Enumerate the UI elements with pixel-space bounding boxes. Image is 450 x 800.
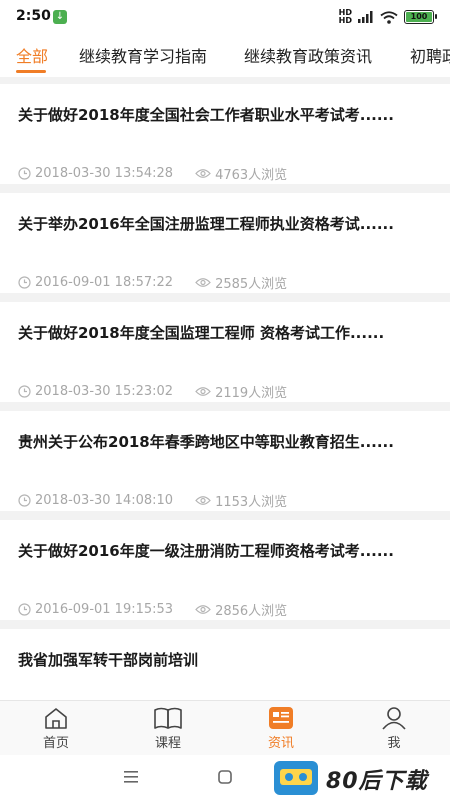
- list-item[interactable]: 关于做好2016年度一级注册消防工程师资格考试考...... 2016-09-0…: [0, 520, 450, 620]
- profile-icon: [382, 707, 406, 730]
- tab-policy-news[interactable]: 继续教育政策资讯: [244, 43, 372, 67]
- watermark-text: 80后下载: [326, 769, 428, 794]
- article-views: 2119人浏览: [215, 386, 288, 401]
- status-bar: 2:50 ↓ HD HD 100: [0, 0, 450, 34]
- logo-mark: [274, 761, 318, 795]
- article-datetime: 2018-03-30 14:08:10: [35, 493, 174, 508]
- article-meta: 2018-03-30 15:23:02 2119人浏览: [18, 382, 287, 401]
- list-item[interactable]: 关于举办2016年全国注册监理工程师执业资格考试...... 2016-09-0…: [0, 193, 450, 293]
- home-icon: [45, 708, 67, 729]
- wifi-icon: [380, 10, 398, 24]
- nav-news-label: 资讯: [267, 736, 294, 751]
- article-title: 贵州关于公布2018年春季跨地区中等职业教育招生......: [18, 433, 394, 451]
- list-item[interactable]: 关于做好2018年度全国监理工程师 资格考试工作...... 2018-03-3…: [0, 302, 450, 402]
- article-views: 4763人浏览: [215, 168, 288, 183]
- tab-study-guide[interactable]: 继续教育学习指南: [79, 43, 207, 67]
- status-time: 2:50: [16, 8, 51, 24]
- menu-icon[interactable]: [124, 771, 138, 783]
- system-nav-bar: 80后下载: [0, 755, 450, 800]
- article-title: 我省加强军转干部岗前培训: [18, 651, 199, 669]
- article-meta: 2018-03-30 13:54:28 4763人浏览: [18, 164, 287, 183]
- battery-icon: 100: [404, 10, 437, 24]
- watermark-logo: 80后下载: [274, 761, 444, 795]
- active-tab-indicator: [16, 70, 46, 73]
- clock-icon: [18, 276, 31, 289]
- eye-icon: [195, 278, 211, 287]
- bottom-nav: 首页 课程 资讯 我: [0, 700, 450, 755]
- tab-initial-hire[interactable]: 初聘政: [410, 43, 450, 67]
- book-icon: [154, 707, 182, 729]
- article-views: 1153人浏览: [215, 495, 288, 510]
- clock-icon: [18, 603, 31, 616]
- nav-me-label: 我: [387, 736, 401, 751]
- clock-icon: [18, 385, 31, 398]
- list-item[interactable]: 贵州关于公布2018年春季跨地区中等职业教育招生...... 2018-03-3…: [0, 411, 450, 511]
- article-title: 关于做好2016年度一级注册消防工程师资格考试考......: [18, 542, 394, 560]
- hd-icon: HD HD: [338, 8, 352, 25]
- eye-icon: [195, 605, 211, 614]
- tab-all[interactable]: 全部: [16, 43, 48, 67]
- home-button-icon[interactable]: [218, 770, 232, 784]
- article-views: 2585人浏览: [215, 277, 288, 292]
- news-icon: [269, 707, 293, 729]
- eye-icon: [195, 169, 211, 178]
- article-meta: 2016-09-01 18:57:22 2585人浏览: [18, 273, 287, 292]
- clock-icon: [18, 167, 31, 180]
- status-icons: HD HD 100: [338, 8, 437, 25]
- article-datetime: 2016-09-01 18:57:22: [35, 275, 174, 290]
- article-datetime: 2018-03-30 15:23:02: [35, 384, 174, 399]
- clock-icon: [18, 494, 31, 507]
- eye-icon: [195, 387, 211, 396]
- article-datetime: 2018-03-30 13:54:28: [35, 166, 174, 181]
- article-title: 关于举办2016年全国注册监理工程师执业资格考试......: [18, 215, 394, 233]
- download-icon: ↓: [53, 10, 67, 24]
- list-item[interactable]: 我省加强军转干部岗前培训: [0, 629, 450, 700]
- article-datetime: 2016-09-01 19:15:53: [35, 602, 174, 617]
- article-views: 2856人浏览: [215, 604, 288, 619]
- nav-home-label: 首页: [42, 736, 69, 751]
- nav-news[interactable]: 资讯: [241, 706, 321, 751]
- article-meta: 2016-09-01 19:15:53 2856人浏览: [18, 600, 287, 619]
- article-list: 关于做好2018年度全国社会工作者职业水平考试考...... 2018-03-3…: [0, 77, 450, 700]
- signal-icon: [358, 11, 373, 23]
- nav-home[interactable]: 首页: [16, 706, 96, 751]
- nav-courses-label: 课程: [154, 736, 181, 751]
- list-item[interactable]: 关于做好2018年度全国社会工作者职业水平考试考...... 2018-03-3…: [0, 84, 450, 184]
- eye-icon: [195, 496, 211, 505]
- article-title: 关于做好2018年度全国社会工作者职业水平考试考......: [18, 106, 394, 124]
- nav-me[interactable]: 我: [354, 706, 434, 751]
- battery-level: 100: [406, 12, 432, 22]
- nav-courses[interactable]: 课程: [128, 706, 208, 751]
- article-title: 关于做好2018年度全国监理工程师 资格考试工作......: [18, 324, 385, 342]
- category-tabs: 全部 继续教育学习指南 继续教育政策资讯 初聘政: [0, 34, 450, 74]
- article-meta: 2018-03-30 14:08:10 1153人浏览: [18, 491, 287, 510]
